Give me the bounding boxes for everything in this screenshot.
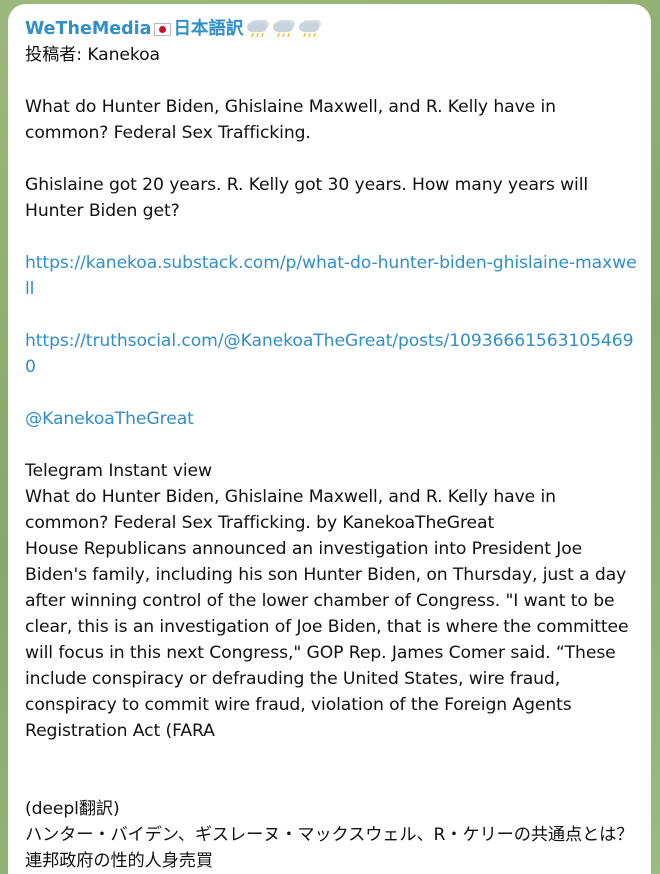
- translation-text: ハンター・バイデン、ギスレーヌ・マックスウェル、R・ケリーの共通点とは？連邦政府…: [25, 825, 634, 871]
- japan-flag-icon: [154, 22, 172, 36]
- instant-view-title: What do Hunter Biden, Ghislaine Maxwell,…: [25, 487, 556, 533]
- post-paragraph-1: What do Hunter Biden, Ghislaine Maxwell,…: [25, 97, 556, 143]
- cloud-rain-lightning-icon: [271, 19, 295, 39]
- message-bubble: WeTheMedia 日本語訳 投稿者: Kanekoa What do Hun…: [8, 4, 651, 874]
- mention-link[interactable]: @KanekoaTheGreat: [25, 406, 637, 432]
- message-text: 投稿者: Kanekoa What do Hunter Biden, Ghisl…: [25, 42, 637, 874]
- channel-name-header[interactable]: WeTheMedia 日本語訳: [25, 16, 637, 42]
- author-line: 投稿者: Kanekoa: [25, 45, 160, 65]
- truthsocial-link[interactable]: https://truthsocial.com/@KanekoaTheGreat…: [25, 328, 637, 380]
- translation-label: (deepl翻訳): [25, 799, 120, 819]
- channel-name-suffix[interactable]: 日本語訳: [173, 17, 243, 41]
- channel-name[interactable]: WeTheMedia: [25, 17, 151, 41]
- substack-link[interactable]: https://kanekoa.substack.com/p/what-do-h…: [25, 250, 637, 302]
- cloud-rain-lightning-icon: [245, 19, 269, 39]
- cloud-rain-lightning-icon: [297, 19, 321, 39]
- instant-view-body: House Republicans announced an investiga…: [25, 539, 629, 741]
- post-paragraph-2: Ghislaine got 20 years. R. Kelly got 30 …: [25, 175, 589, 221]
- instant-view-label[interactable]: Telegram Instant view: [25, 458, 637, 484]
